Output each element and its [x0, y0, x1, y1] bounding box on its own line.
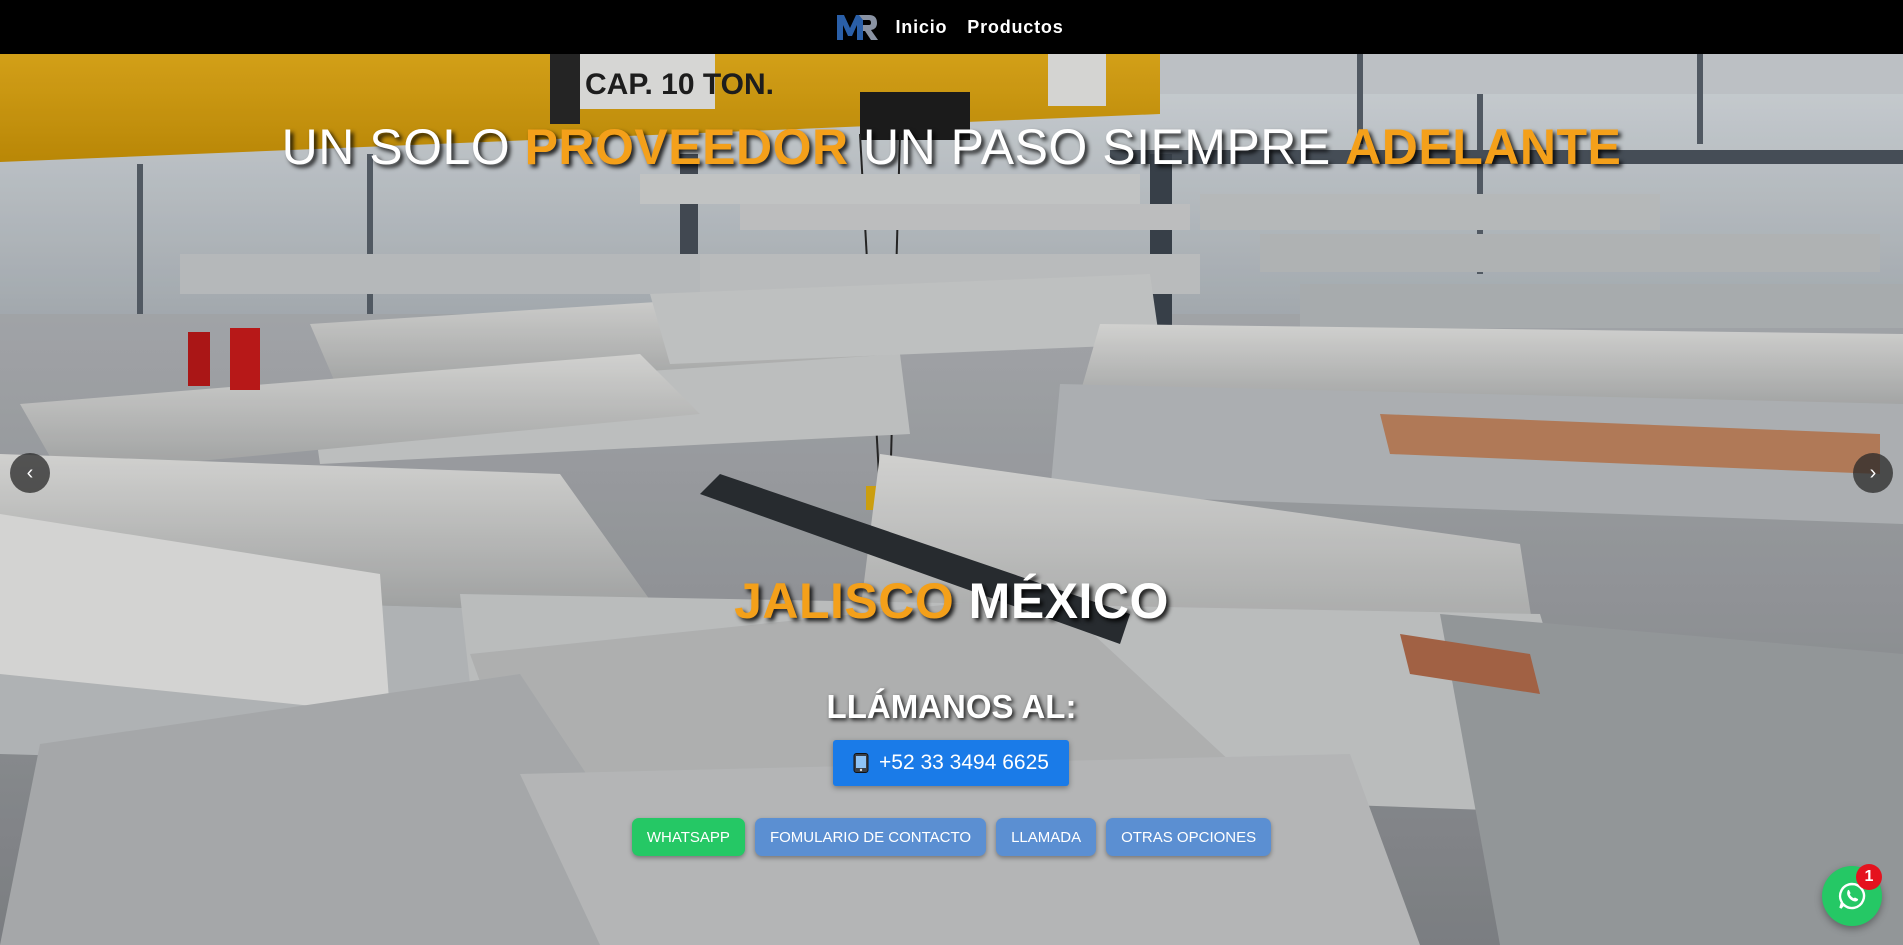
hero-location: JALISCO MÉXICO: [0, 572, 1903, 630]
location-rest: MÉXICO: [954, 573, 1169, 629]
warehouse-background-image: CAP. 10 TON.: [0, 54, 1903, 945]
whatsapp-notification-badge: 1: [1856, 864, 1882, 890]
mr-logo-icon[interactable]: [835, 12, 879, 42]
headline-part-2: UN PASO SIEMPRE: [848, 119, 1346, 175]
headline-part-1: UN SOLO: [281, 119, 525, 175]
location-highlight-jalisco: JALISCO: [734, 573, 955, 629]
hero-carousel: CAP. 10 TON.: [0, 54, 1903, 945]
carousel-next-button[interactable]: ›: [1853, 453, 1893, 493]
call-label: LLÁMANOS AL:: [826, 688, 1077, 725]
call-button[interactable]: LLAMADA: [996, 818, 1097, 856]
headline-highlight-adelante: ADELANTE: [1345, 119, 1622, 175]
nav-link-inicio[interactable]: Inicio: [891, 17, 951, 38]
phone-number: +52 33 3494 6625: [879, 751, 1049, 774]
nav-link-productos[interactable]: Productos: [963, 17, 1067, 38]
nav-inner: Inicio Productos: [835, 12, 1067, 42]
chevron-left-icon: ‹: [26, 461, 34, 484]
other-options-button[interactable]: OTRAS OPCIONES: [1106, 818, 1272, 856]
chevron-right-icon: ›: [1869, 461, 1877, 484]
whatsapp-button[interactable]: WHATSAPP: [631, 818, 745, 856]
headline-highlight-proveedor: PROVEEDOR: [524, 119, 849, 175]
mobile-phone-icon: [853, 753, 869, 773]
contact-form-button[interactable]: FOMULARIO DE CONTACTO: [754, 818, 987, 856]
phone-call-button[interactable]: +52 33 3494 6625: [833, 740, 1069, 786]
hero-headline: UN SOLO PROVEEDOR UN PASO SIEMPRE ADELAN…: [0, 118, 1903, 176]
carousel-prev-button[interactable]: ‹: [10, 453, 50, 493]
contact-options: WHATSAPP FOMULARIO DE CONTACTO LLAMADA O…: [0, 818, 1903, 856]
top-navbar: Inicio Productos: [0, 0, 1903, 54]
